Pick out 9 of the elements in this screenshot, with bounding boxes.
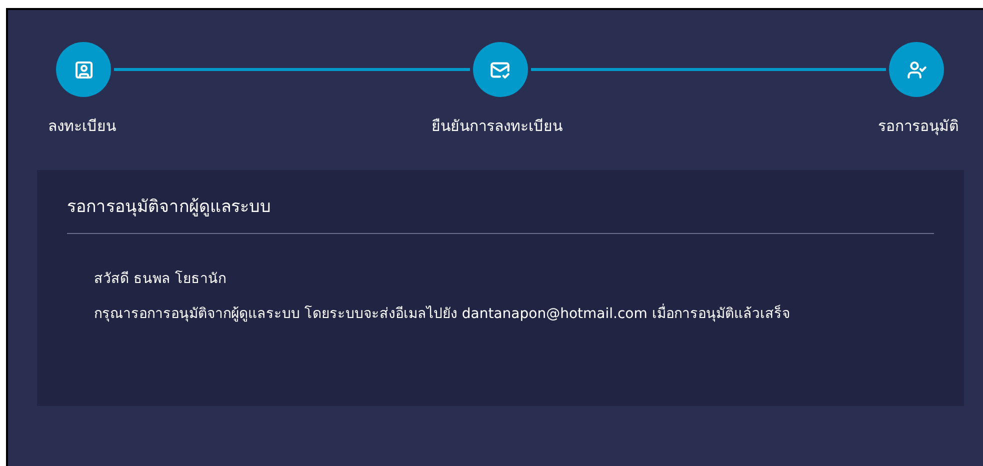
step-label: ลงทะเบียน [48,116,116,137]
contact-card-icon [74,60,94,80]
user-check-icon [906,60,926,80]
card-title: รอการอนุมัติจากผู้ดูแลระบบ [67,192,934,234]
message-text: สวัสดี ธนพล โยธานัก [94,270,227,289]
step-label: รอการอนุมัติ [878,116,959,138]
mail-check-icon [490,60,510,80]
message-text: กรุณารอการอนุมัติจากผู้ดูแลระบบ โดยระบบจะส่งอีเมลไปยัง dantanapon@hotmail.com เมื่อการอนุมัติแล้วเสร็จ [94,302,934,324]
step-label: ยืนยันการลงทะเบียน [432,116,562,137]
